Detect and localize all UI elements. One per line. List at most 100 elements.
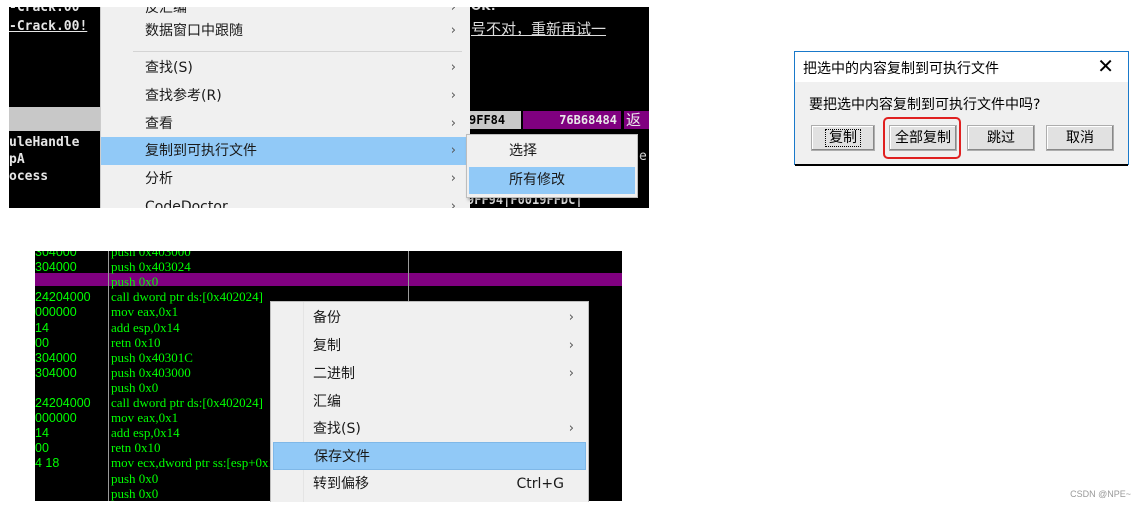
asm-instruction[interactable]: push 0x403000 [111, 365, 191, 380]
asm-instruction[interactable]: push 0x0 [111, 380, 158, 395]
chevron-right-icon: › [450, 171, 456, 186]
menu-item-label: 查找参考(R) [145, 88, 222, 104]
menu-item-find-references[interactable]: 查找参考(R) › [101, 82, 470, 110]
left-line: -Crack.00! [9, 19, 88, 34]
dialog-title: 把选中的内容复制到可执行文件 [803, 61, 999, 77]
column-divider [108, 251, 109, 501]
asm-instruction[interactable]: add esp,0x14 [111, 320, 180, 335]
asm-instruction[interactable]: mov eax,0x1 [111, 305, 178, 319]
menu-item-view[interactable]: 查看 › [101, 110, 470, 138]
menu-item-label: 查看 [145, 116, 173, 132]
button-label: 跳过 [987, 130, 1015, 146]
value-cell: 76B68484 [523, 111, 621, 129]
asm-instruction[interactable]: retn 0x10 [111, 335, 160, 350]
menu-shortcut: Ctrl+G [516, 476, 565, 492]
chevron-right-icon: › [568, 310, 574, 325]
asm-address: 00 [35, 441, 49, 456]
button-label: 复制 [825, 129, 861, 147]
asm-address: 24204000 [35, 290, 91, 305]
asm-instruction[interactable]: add esp,0x14 [111, 426, 180, 440]
chevron-right-icon: › [450, 60, 456, 75]
chevron-right-icon: › [568, 421, 574, 436]
dialog-message: 要把选中内容复制到可执行文件中吗? [809, 97, 1041, 113]
skip-button[interactable]: 跳过 [967, 125, 1035, 151]
menu-item-codedoctor[interactable]: CodeDoctor › [101, 193, 470, 208]
asm-instruction[interactable]: push 0x403024 [111, 260, 191, 274]
right-line: OK! [471, 7, 496, 13]
asm-address: 00 [35, 335, 49, 350]
menu-item-label: 汇编 [313, 394, 341, 410]
chevron-right-icon: › [450, 199, 456, 208]
context-menu: 反汇编 › 数据窗口中跟随 › 查找(S) › 查找参考(R) › 查看 › 复… [100, 7, 470, 208]
menu-item-save-file[interactable]: 保存文件 [273, 442, 586, 470]
asm-address: 000000 [35, 411, 77, 426]
comment-cell: 返 [624, 111, 649, 129]
chevron-right-icon: › [450, 88, 456, 103]
submenu-item-selection[interactable]: 选择 [469, 138, 635, 165]
asm-instruction[interactable]: push 0x0 [111, 471, 158, 486]
debugger-screenshot-top: -Crack.00 -Crack.00! uleHandle pA ocess … [9, 7, 649, 208]
menu-item-search[interactable]: 查找(S) › [101, 54, 470, 82]
menu-item-label: 复制 [313, 338, 341, 354]
asm-instruction[interactable]: retn 0x10 [111, 441, 160, 455]
menu-item-analysis[interactable]: 分析 › [101, 165, 470, 193]
chevron-right-icon: › [568, 338, 574, 353]
asm-instruction[interactable]: mov eax,0x1 [111, 411, 178, 425]
copy-button[interactable]: 复制 [811, 125, 875, 151]
asm-instruction[interactable]: push 0x0 [111, 486, 158, 501]
menu-item-search[interactable]: 查找(S) › [273, 415, 586, 443]
left-line: pA [9, 152, 25, 167]
address-cell: 9FF84 [467, 111, 521, 129]
menu-item-label: 数据窗口中跟随 [145, 23, 243, 39]
asm-address: 000000 [35, 305, 77, 320]
asm-instruction[interactable]: call dword ptr ds:[0x402024] [111, 290, 263, 304]
asm-instruction[interactable]: call dword ptr ds:[0x402024] [111, 396, 263, 410]
dialog-titlebar: 把选中的内容复制到可执行文件 ✕ [795, 52, 1128, 82]
asm-address: 304000 [35, 251, 77, 259]
menu-item-goto-offset[interactable]: 转到偏移 Ctrl+G [273, 470, 586, 498]
close-icon[interactable]: ✕ [1097, 54, 1114, 78]
asm-address: 14 [35, 320, 49, 335]
asm-address: 14 [35, 426, 49, 441]
menu-item-label: 转到偏移 [313, 476, 369, 492]
panel-header-bar [9, 107, 101, 131]
disasm-left-panel: -Crack.00 -Crack.00! uleHandle pA ocess [9, 7, 101, 208]
menu-item-label: 所有修改 [509, 172, 565, 188]
menu-item-follow-in-dump[interactable]: 数据窗口中跟随 › [101, 17, 470, 45]
menu-item-label: 复制到可执行文件 [145, 143, 257, 159]
asm-address: 304000 [35, 260, 77, 275]
asm-instruction[interactable]: mov ecx,dword ptr ss:[esp+0x18] [111, 456, 286, 470]
edge-text: e [639, 149, 647, 164]
cancel-button[interactable]: 取消 [1046, 125, 1114, 151]
asm-address: 304000 [35, 365, 77, 380]
menu-item-copy-to-executable[interactable]: 复制到可执行文件 › [101, 137, 470, 165]
menu-item-label: CodeDoctor [145, 199, 228, 208]
left-line: -Crack.00 [9, 7, 80, 15]
left-line: ocess [9, 169, 49, 184]
annotation-highlight-box [883, 117, 961, 159]
copy-to-executable-dialog: 把选中的内容复制到可执行文件 ✕ 要把选中内容复制到可执行文件中吗? 复制 全部… [794, 51, 1129, 166]
menu-item-label: 查找(S) [313, 421, 361, 437]
menu-item-label: 二进制 [313, 366, 355, 382]
submenu-item-all-modifications[interactable]: 所有修改 [469, 167, 635, 194]
watermark: CSDN @NPE~ [1070, 489, 1131, 499]
left-line: uleHandle [9, 135, 80, 150]
asm-instruction[interactable]: push 0x403000 [111, 251, 191, 259]
dialog-bottom-edge [795, 164, 1128, 166]
menu-item-assemble[interactable]: 汇编 [273, 388, 586, 416]
asm-instruction[interactable]: push 0x40301C [111, 350, 193, 365]
menu-item-binary[interactable]: 二进制 › [273, 360, 586, 388]
asm-address: 24204000 [35, 396, 91, 410]
button-label: 取消 [1066, 130, 1094, 146]
chevron-right-icon: › [450, 23, 456, 38]
asm-instruction[interactable]: push 0x0 [111, 275, 158, 289]
menu-item-label: 分析 [145, 171, 173, 187]
menu-item-label: 备份 [313, 310, 341, 326]
menu-item-label: 选择 [509, 143, 537, 159]
menu-item-label: 保存文件 [314, 449, 370, 465]
menu-item-backup[interactable]: 备份 › [273, 304, 586, 332]
menu-item-copy[interactable]: 复制 › [273, 332, 586, 360]
chevron-right-icon: › [450, 143, 456, 158]
asm-address: 304000 [35, 350, 77, 365]
submenu-copy-to-executable: 选择 所有修改 [466, 134, 638, 198]
